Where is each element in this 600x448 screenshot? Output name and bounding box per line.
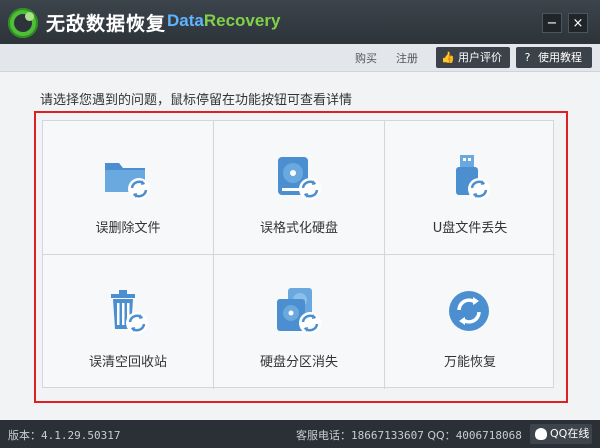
- qq-online-button[interactable]: QQ在线: [530, 424, 592, 444]
- app-window: 无敌数据恢复 DataRecovery − × 购买 注册 👍 用户评价 ? 使…: [0, 0, 600, 448]
- hotline-value: 18667133607: [351, 429, 424, 442]
- folder-recover-icon: [105, 163, 150, 200]
- option-universal-recovery[interactable]: 万能恢复: [385, 255, 555, 389]
- thumbs-up-icon: 👍: [441, 51, 455, 64]
- option-deleted-files[interactable]: 误删除文件: [43, 121, 214, 255]
- close-button[interactable]: ×: [568, 13, 588, 33]
- option-formatted-disk[interactable]: 误格式化硬盘: [214, 121, 385, 255]
- contact-info: 客服电话：18667133607 QQ：4006718068: [296, 427, 522, 443]
- option-label: 硬盘分区消失: [259, 355, 338, 370]
- option-label: 误格式化硬盘: [259, 221, 338, 236]
- option-partition-lost[interactable]: 硬盘分区消失: [214, 255, 385, 389]
- minimize-button[interactable]: −: [542, 13, 562, 33]
- usb-recover-icon: [456, 155, 490, 200]
- user-review-label: 用户评价: [458, 51, 502, 64]
- hotline-label: 客服电话：: [296, 429, 351, 442]
- instruction-text: 请选择您遇到的问题，鼠标停留在功能按钮可查看详情: [40, 93, 353, 108]
- option-label: 万能恢复: [443, 355, 496, 370]
- app-title-en-recovery: Recovery: [203, 11, 281, 30]
- register-link[interactable]: 注册: [396, 50, 418, 66]
- option-label: U盘文件丢失: [432, 221, 508, 236]
- tutorial-button[interactable]: ? 使用教程: [516, 47, 592, 68]
- app-title-en-data: Data: [167, 11, 204, 30]
- app-logo-icon: [8, 8, 38, 38]
- app-title-en: DataRecovery: [167, 11, 280, 31]
- option-label: 误清空回收站: [88, 355, 167, 370]
- title-bar: 无敌数据恢复 DataRecovery − ×: [0, 0, 600, 44]
- buy-link[interactable]: 购买: [355, 50, 377, 66]
- status-bar: 版本：4.1.29.50317 客服电话：18667133607 QQ：4006…: [0, 420, 600, 448]
- question-icon: ?: [524, 51, 531, 64]
- options-grid: 误删除文件 误格式化硬盘 U盘文件丢失 误清空回收站 硬盘分区消失 万能恢复: [42, 120, 555, 389]
- version-value: 4.1.29.50317: [41, 429, 121, 442]
- qq-value: 4006718068: [455, 429, 522, 442]
- user-review-button[interactable]: 👍 用户评价: [436, 47, 510, 68]
- disk-format-recover-icon: [278, 157, 321, 200]
- header-bar: 购买 注册 👍 用户评价 ? 使用教程: [0, 44, 600, 72]
- qq-online-label: QQ在线: [550, 427, 590, 440]
- qq-label: QQ：: [427, 429, 456, 442]
- option-usb-lost[interactable]: U盘文件丢失: [385, 121, 555, 255]
- option-label: 误删除文件: [95, 221, 161, 236]
- app-title: 无敌数据恢复: [46, 13, 167, 35]
- qq-penguin-icon: [535, 428, 547, 440]
- tutorial-label: 使用教程: [538, 51, 582, 64]
- version-info: 版本：4.1.29.50317: [8, 427, 120, 443]
- options-frame: 误删除文件 误格式化硬盘 U盘文件丢失 误清空回收站 硬盘分区消失 万能恢复: [34, 111, 568, 403]
- universal-recover-icon: [449, 291, 489, 331]
- option-recycle-bin[interactable]: 误清空回收站: [43, 255, 214, 389]
- recycle-bin-recover-icon: [111, 290, 148, 334]
- version-label: 版本：: [8, 429, 41, 442]
- partition-recover-icon: [277, 288, 321, 334]
